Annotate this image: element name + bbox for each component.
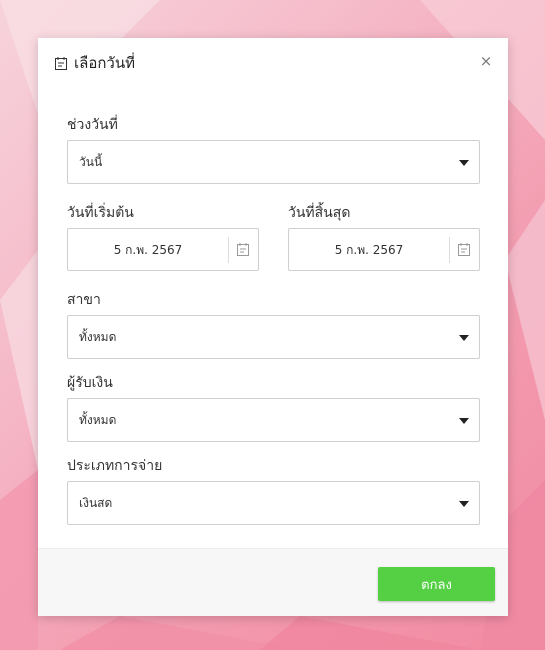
ok-button[interactable]: ตกลง: [378, 567, 495, 601]
dialog-footer: ตกลง: [38, 548, 508, 616]
branch-label: สาขา: [67, 292, 101, 308]
branch-select[interactable]: ทั้งหมด: [67, 315, 480, 359]
start-date-field[interactable]: 5 ก.พ. 2567: [67, 228, 259, 271]
close-button[interactable]: ×: [478, 53, 494, 69]
caret-down-icon: [459, 160, 469, 166]
branch-value: ทั้งหมด: [79, 330, 117, 344]
field-divider: [228, 237, 229, 263]
start-date-label: วันที่เริ่มต้น: [67, 205, 134, 221]
caret-down-icon: [459, 335, 469, 341]
payee-value: ทั้งหมด: [79, 413, 117, 427]
payee-select[interactable]: ทั้งหมด: [67, 398, 480, 442]
payee-label: ผู้รับเงิน: [67, 375, 113, 391]
calendar-icon[interactable]: [458, 243, 470, 256]
date-range-select[interactable]: วันนี้: [67, 140, 480, 184]
caret-down-icon: [459, 418, 469, 424]
start-date-value: 5 ก.พ. 2567: [113, 243, 183, 257]
end-date-label: วันที่สิ้นสุด: [288, 205, 351, 221]
caret-down-icon: [459, 501, 469, 507]
payment-type-value: เงินสด: [79, 496, 113, 510]
payment-type-select[interactable]: เงินสด: [67, 481, 480, 525]
dialog-title: เลือกวันที่: [74, 54, 135, 72]
date-picker-dialog: เลือกวันที่ × ช่วงวันที่ วันนี้ วันที่เร…: [38, 38, 508, 616]
calendar-icon: [55, 57, 67, 70]
date-range-label: ช่วงวันที่: [67, 117, 118, 133]
field-divider: [449, 237, 450, 263]
end-date-value: 5 ก.พ. 2567: [334, 243, 404, 257]
end-date-field[interactable]: 5 ก.พ. 2567: [288, 228, 480, 271]
calendar-icon[interactable]: [237, 243, 249, 256]
date-range-value: วันนี้: [79, 155, 103, 169]
payment-type-label: ประเภทการจ่าย: [67, 458, 163, 474]
dialog-header: เลือกวันที่ ×: [38, 38, 508, 90]
